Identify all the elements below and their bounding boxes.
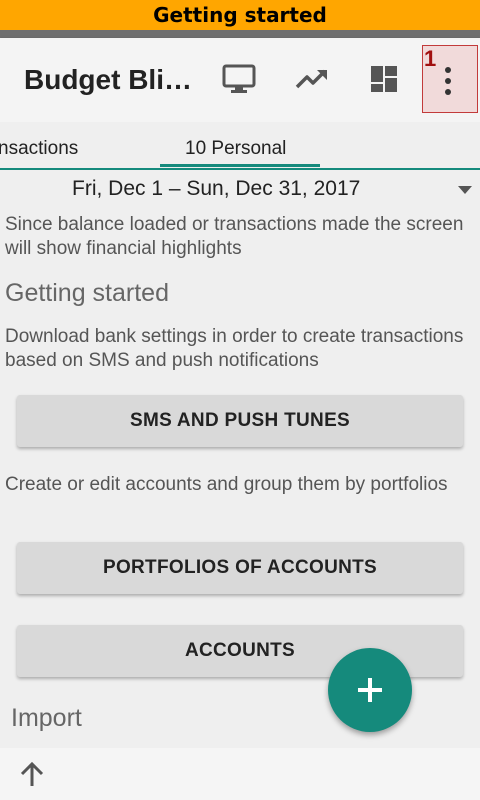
- sms-description: Download bank settings in order to creat…: [5, 326, 464, 371]
- add-button[interactable]: [328, 648, 412, 732]
- app-toolbar: Budget Bli… 1: [0, 38, 480, 122]
- status-banner: Getting started: [0, 0, 480, 30]
- plus-icon: [358, 678, 382, 702]
- getting-started-heading: Getting started: [5, 279, 169, 307]
- date-range-selector[interactable]: Fri, Dec 1 – Sun, Dec 31, 2017: [72, 177, 360, 201]
- account-tabs: nsactions 10 Personal: [0, 122, 480, 168]
- active-tab-indicator: [160, 164, 320, 167]
- info-text: Since balance loaded or transactions mad…: [5, 214, 464, 259]
- accounts-description: Create or edit accounts and group them b…: [5, 474, 448, 495]
- monitor-icon[interactable]: [222, 62, 256, 96]
- menu-badge: 1: [424, 46, 437, 71]
- tab-transactions[interactable]: nsactions: [0, 138, 78, 160]
- trending-up-icon[interactable]: [295, 62, 329, 96]
- tab-personal[interactable]: 10 Personal: [185, 138, 286, 160]
- banner-divider: [0, 30, 480, 38]
- bottom-bar: [0, 748, 480, 800]
- sms-push-tunes-button[interactable]: SMS AND PUSH TUNES: [17, 395, 463, 447]
- dashboard-icon[interactable]: [367, 62, 401, 96]
- banner-title: Getting started: [153, 3, 327, 27]
- dropdown-arrow-icon[interactable]: [458, 186, 472, 194]
- more-vert-icon[interactable]: [445, 66, 451, 96]
- app-title: Budget Bli…: [24, 64, 192, 95]
- import-heading: Import: [11, 704, 82, 732]
- arrow-up-icon[interactable]: [18, 760, 46, 788]
- tabs-divider: [0, 168, 480, 170]
- portfolios-of-accounts-button[interactable]: PORTFOLIOS OF ACCOUNTS: [17, 542, 463, 594]
